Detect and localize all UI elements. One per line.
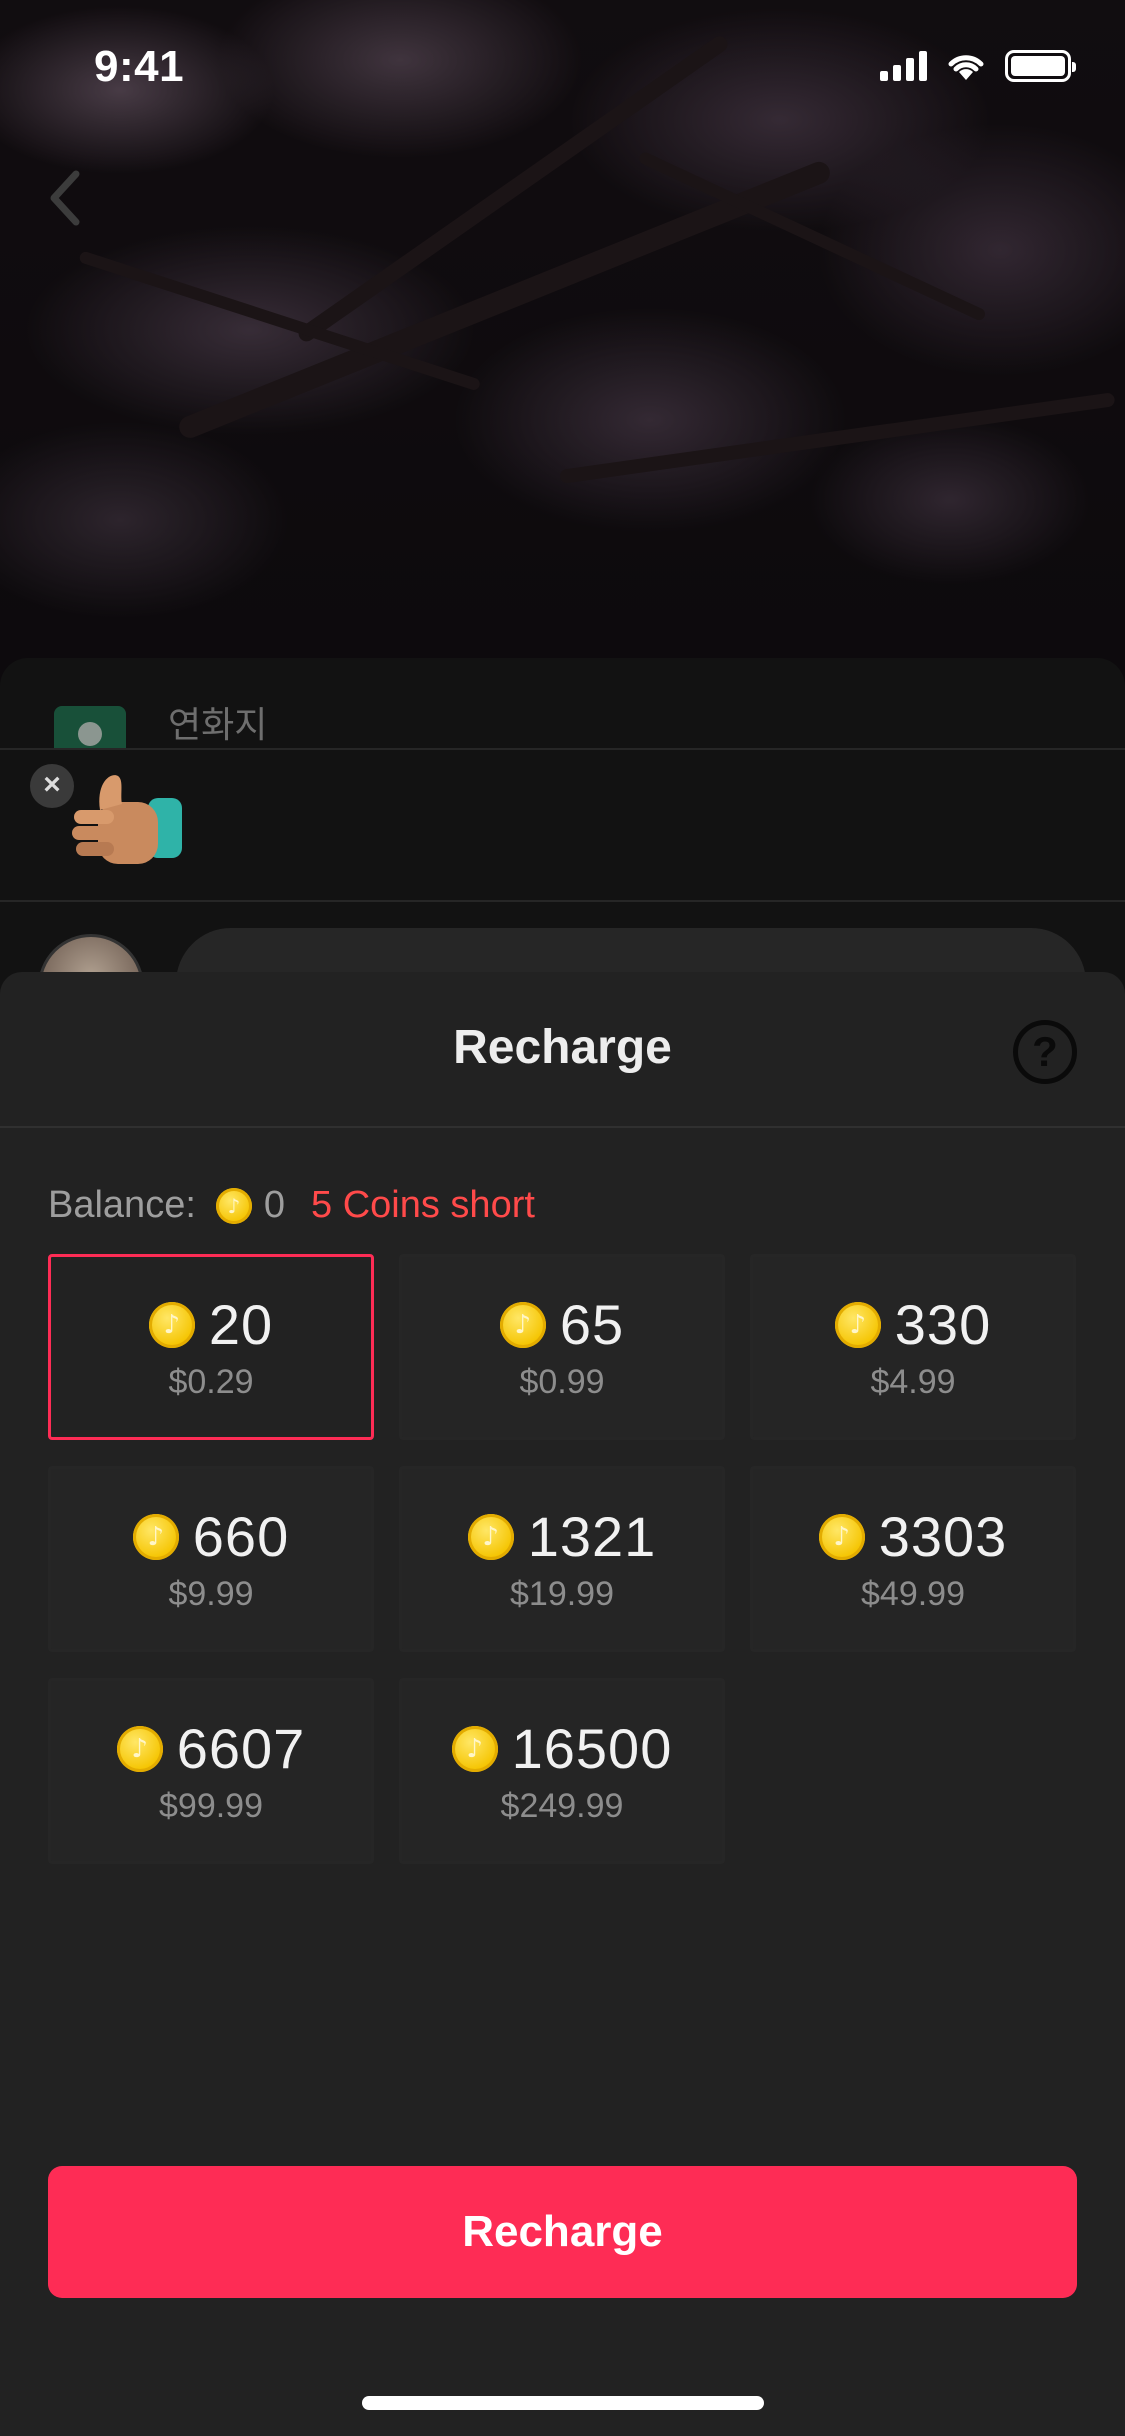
back-arrow-icon[interactable] <box>42 168 92 228</box>
coin-icon <box>451 1725 498 1772</box>
balance-row: Balance: 0 5 Coins short <box>48 1184 535 1227</box>
divider <box>0 748 1125 750</box>
coin-package[interactable]: 1321 $19.99 <box>399 1466 725 1652</box>
package-coins: 330 <box>894 1293 992 1356</box>
coin-icon <box>132 1513 179 1560</box>
recharge-sheet: Recharge ? Balance: 0 5 Coins short 20 $… <box>0 972 1125 2436</box>
app-icon <box>54 706 126 750</box>
recharge-button[interactable]: Recharge <box>48 2166 1077 2298</box>
package-price: $99.99 <box>159 1787 263 1825</box>
coin-package[interactable]: 330 $4.99 <box>750 1254 1076 1440</box>
wifi-icon <box>948 55 984 80</box>
coin-package[interactable]: 20 $0.29 <box>48 1254 374 1440</box>
comment-author: 연화지 <box>168 704 268 745</box>
package-coins: 16500 <box>511 1717 673 1780</box>
package-coins: 20 <box>208 1293 274 1356</box>
coin-package[interactable]: 65 $0.99 <box>399 1254 725 1440</box>
balance-label: Balance: <box>48 1184 196 1226</box>
coin-package[interactable]: 6607 $99.99 <box>48 1678 374 1864</box>
package-coins: 1321 <box>527 1505 657 1568</box>
package-coins: 3303 <box>878 1505 1008 1568</box>
package-price: $4.99 <box>870 1363 956 1401</box>
coin-icon <box>834 1301 881 1348</box>
coin-package[interactable]: 660 $9.99 <box>48 1466 374 1652</box>
package-price: $9.99 <box>168 1575 254 1613</box>
coin-icon <box>818 1513 865 1560</box>
balance-value: 0 <box>263 1184 286 1226</box>
package-price: $0.99 <box>519 1363 605 1401</box>
divider <box>0 1126 1125 1128</box>
package-coins: 660 <box>192 1505 290 1568</box>
background-photo <box>0 0 1125 700</box>
sheet-title: Recharge <box>453 1021 672 1074</box>
close-sticker-icon[interactable]: × <box>30 764 74 808</box>
coin-icon <box>116 1725 163 1772</box>
coin-package[interactable]: 3303 $49.99 <box>750 1466 1076 1652</box>
coin-icon <box>148 1301 195 1348</box>
coin-icon <box>215 1187 252 1224</box>
cellular-signal-icon <box>880 51 927 81</box>
package-price: $49.99 <box>861 1575 965 1613</box>
status-time: 9:41 <box>94 42 185 91</box>
coin-icon <box>499 1301 546 1348</box>
package-price: $249.99 <box>500 1787 624 1825</box>
status-icons <box>880 50 1076 82</box>
package-price: $19.99 <box>510 1575 614 1613</box>
coin-package[interactable]: 16500 $249.99 <box>399 1678 725 1864</box>
package-coins: 65 <box>559 1293 625 1356</box>
coin-package-grid: 20 $0.29 65 $0.99 330 $4.99 660 $9.99 13… <box>48 1254 1076 1864</box>
package-price: $0.29 <box>168 1363 254 1401</box>
home-indicator[interactable] <box>362 2396 764 2410</box>
coin-icon <box>467 1513 514 1560</box>
package-coins: 6607 <box>176 1717 306 1780</box>
thumbs-up-sticker-icon <box>72 775 182 864</box>
screen: 9:41 연화지 × Recharge ? Balance: ♪ 0 5 Coi… <box>0 0 1125 2436</box>
coins-short-text: 5 Coins short <box>311 1184 535 1226</box>
battery-icon <box>1005 50 1076 82</box>
question-circle-icon[interactable]: ? <box>1013 1020 1077 1084</box>
